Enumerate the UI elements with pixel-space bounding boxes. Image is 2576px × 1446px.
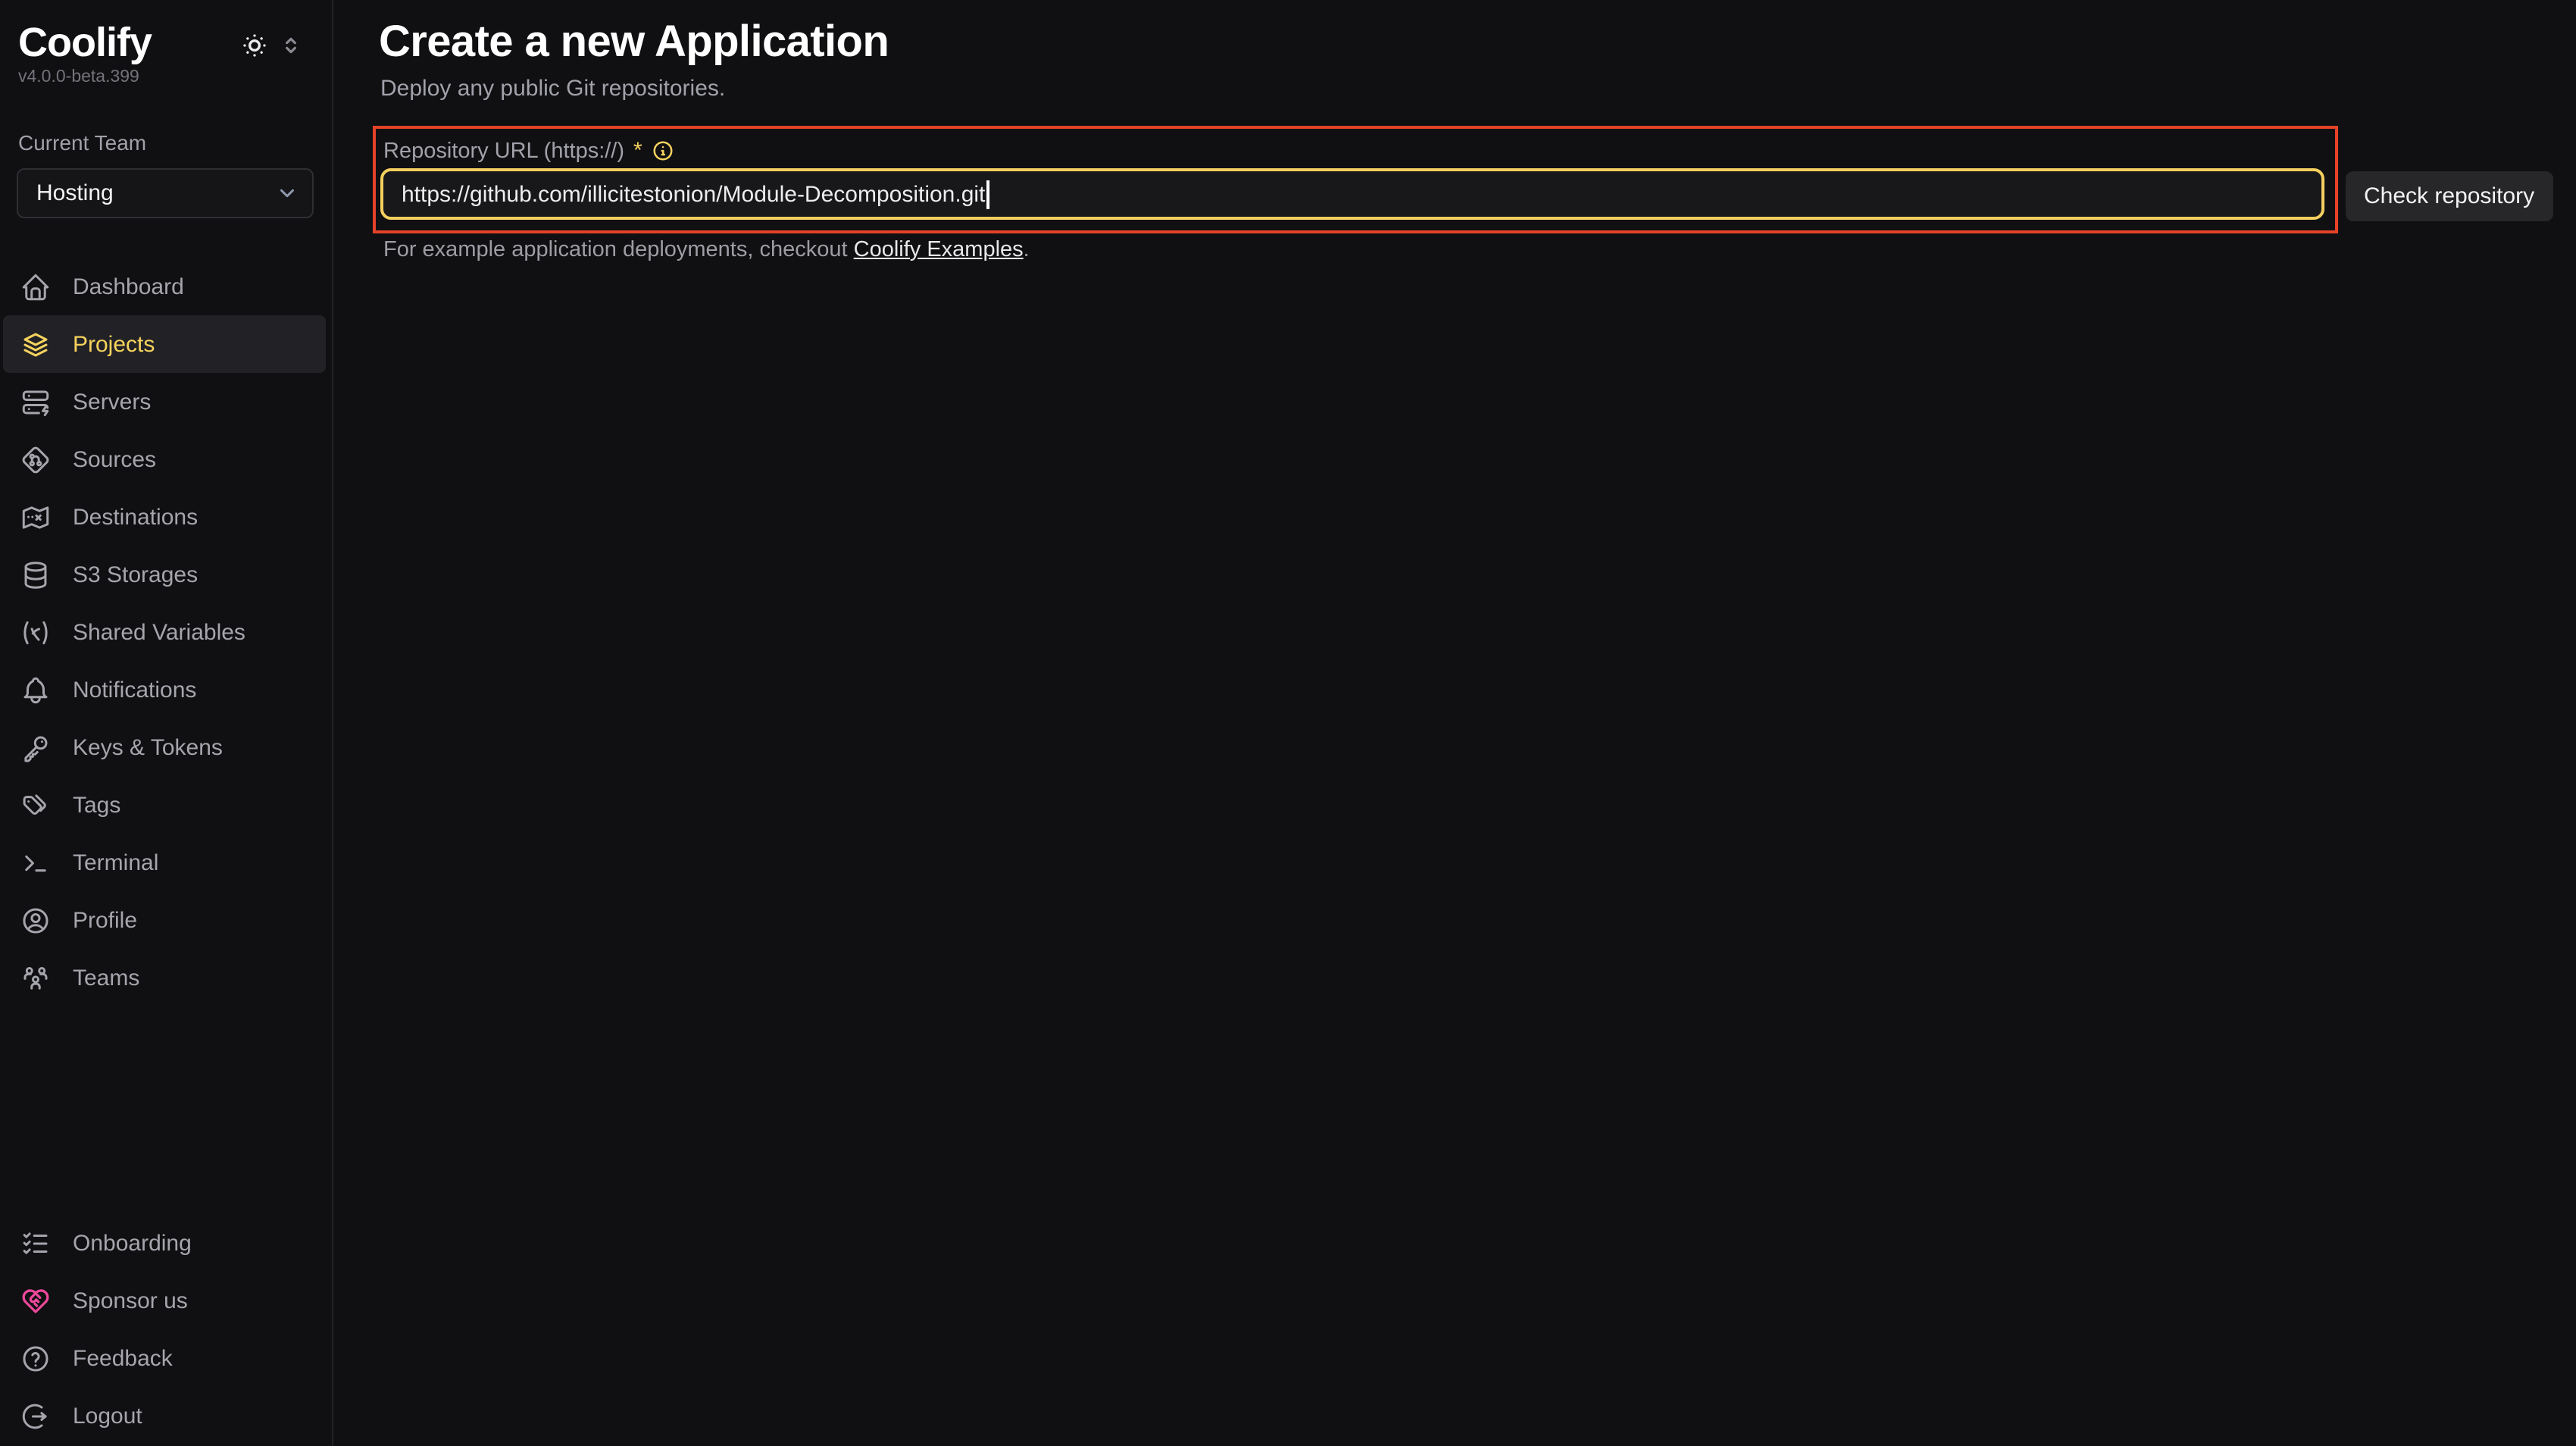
sidebar-item-label: S3 Storages	[73, 562, 198, 587]
text-caret	[986, 180, 989, 208]
sidebar-item-profile[interactable]: Profile	[0, 891, 330, 949]
sidebar-item-dashboard[interactable]: Dashboard	[0, 258, 330, 315]
sidebar-item-onboarding[interactable]: Onboarding	[0, 1214, 330, 1272]
sidebar-item-notifications[interactable]: Notifications	[0, 661, 330, 718]
check-repository-button[interactable]: Check repository	[2346, 171, 2553, 221]
sidebar-item-shared-variables[interactable]: Shared Variables	[0, 603, 330, 661]
sidebar-item-keys-tokens[interactable]: Keys & Tokens	[0, 718, 330, 776]
sidebar-item-label: Servers	[73, 389, 151, 415]
page-title: Create a new Application	[379, 15, 889, 70]
helper-text: For example application deployments, che…	[383, 238, 1030, 262]
key-icon	[20, 731, 52, 763]
repository-url-label: Repository URL (https://)	[383, 139, 624, 163]
required-marker: *	[633, 138, 642, 164]
sidebar-item-servers[interactable]: Servers	[0, 373, 330, 430]
sidebar-item-label: Keys & Tokens	[73, 734, 223, 760]
sidebar-item-label: Terminal	[73, 850, 158, 875]
checklist-icon	[20, 1227, 52, 1259]
app-version: v4.0.0-beta.399	[18, 68, 139, 86]
sidebar-item-s3-storages[interactable]: S3 Storages	[0, 546, 330, 603]
coolify-logo[interactable]: Coolify	[18, 20, 152, 67]
bell-icon	[20, 674, 52, 706]
sidebar-item-logout[interactable]: Logout	[0, 1387, 330, 1444]
helper-prefix: For example application deployments, che…	[383, 238, 854, 262]
terminal-icon	[20, 847, 52, 878]
sidebar-item-label: Notifications	[73, 677, 196, 703]
main-content: Create a new Application Deploy any publ…	[335, 0, 2576, 1446]
team-select[interactable]: Hosting	[17, 168, 314, 218]
repository-url-input[interactable]: https://github.com/illicitestonion/Modul…	[380, 168, 2324, 220]
sidebar-item-label: Destinations	[73, 504, 198, 530]
home-icon	[20, 271, 52, 302]
repository-url-value: https://github.com/illicitestonion/Modul…	[402, 181, 985, 207]
sidebar-item-sponsor-us[interactable]: Sponsor us	[0, 1272, 330, 1329]
sidebar-item-label: Feedback	[73, 1345, 173, 1371]
sidebar-item-label: Profile	[73, 907, 137, 933]
sidebar-item-tags[interactable]: Tags	[0, 776, 330, 834]
server-bolt-icon	[20, 386, 52, 418]
users-group-icon	[20, 962, 52, 994]
tag-icon	[20, 789, 52, 821]
sidebar-item-destinations[interactable]: Destinations	[0, 488, 330, 546]
theme-toggle-sun-icon[interactable]	[239, 30, 270, 61]
current-team-label: Current Team	[18, 130, 146, 155]
sidebar-item-label: Dashboard	[73, 274, 184, 299]
helper-suffix: .	[1024, 238, 1030, 262]
sidebar: Coolify v4.0.0-beta.399 Current Team Hos…	[0, 0, 333, 1446]
logout-icon	[20, 1400, 52, 1432]
sidebar-item-label: Logout	[73, 1403, 142, 1429]
sidebar-item-label: Shared Variables	[73, 619, 245, 645]
team-select-value: Hosting	[36, 180, 114, 206]
coolify-app: Coolify v4.0.0-beta.399 Current Team Hos…	[0, 0, 2576, 1446]
sidebar-item-label: Onboarding	[73, 1230, 192, 1256]
database-icon	[20, 559, 52, 590]
sidebar-item-feedback[interactable]: Feedback	[0, 1329, 330, 1387]
heart-handshake-icon	[20, 1285, 52, 1316]
sidebar-item-label: Sponsor us	[73, 1288, 188, 1313]
sidebar-item-label: Sources	[73, 446, 156, 472]
sidebar-item-label: Teams	[73, 965, 139, 991]
sidebar-item-label: Tags	[73, 792, 120, 818]
sidebar-item-teams[interactable]: Teams	[0, 949, 330, 1006]
chevron-down-icon	[276, 182, 299, 205]
layers-icon	[20, 328, 52, 360]
sidebar-item-label: Projects	[73, 331, 155, 357]
repository-url-label-row: Repository URL (https://) *	[383, 138, 674, 164]
help-circle-icon	[20, 1342, 52, 1374]
sidebar-nav: Dashboard Projects Servers Sources Desti…	[0, 258, 330, 1006]
coolify-examples-link[interactable]: Coolify Examples	[854, 238, 1024, 262]
user-circle-icon	[20, 904, 52, 936]
chevron-up-down-icon[interactable]	[279, 33, 303, 58]
sidebar-item-sources[interactable]: Sources	[0, 430, 330, 488]
page-subtitle: Deploy any public Git repositories.	[380, 74, 725, 103]
info-icon[interactable]	[652, 139, 674, 162]
variable-icon	[20, 616, 52, 648]
sidebar-item-projects[interactable]: Projects	[3, 315, 326, 373]
map-x-icon	[20, 501, 52, 533]
sidebar-item-terminal[interactable]: Terminal	[0, 834, 330, 891]
sidebar-footer-nav: Onboarding Sponsor us Feedback Logout	[0, 1214, 330, 1444]
git-icon	[20, 443, 52, 475]
